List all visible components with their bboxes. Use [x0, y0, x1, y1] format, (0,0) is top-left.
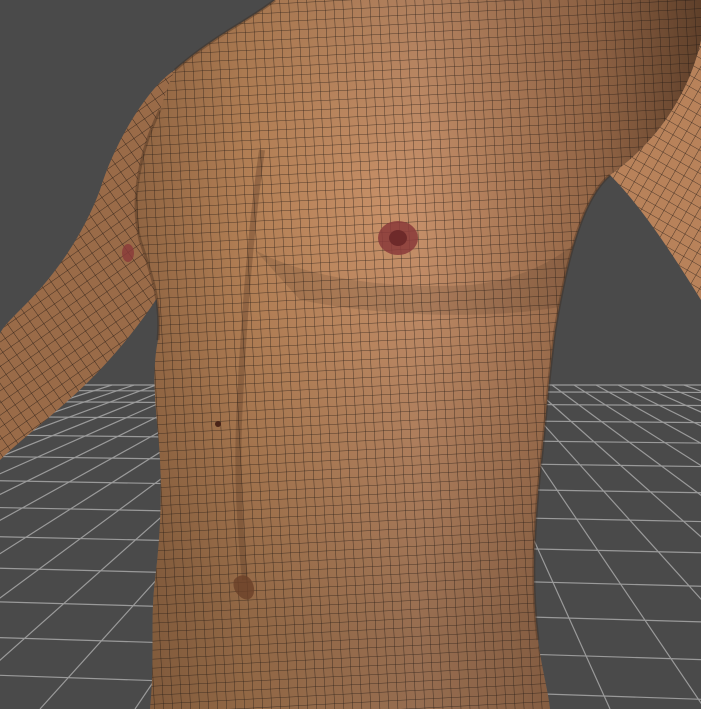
grid-line — [551, 384, 701, 496]
grid-line — [683, 384, 701, 392]
grid-line — [573, 384, 701, 467]
nipple-right — [378, 221, 418, 255]
grid-line — [661, 384, 701, 402]
grid-line — [639, 384, 701, 413]
3d-viewport[interactable] — [0, 0, 701, 709]
grid-line — [617, 384, 701, 427]
skin-mole — [215, 421, 221, 427]
grid-line — [595, 384, 701, 444]
viewport-canvas[interactable] — [0, 0, 701, 709]
grid-line — [529, 384, 701, 538]
nipple-left — [122, 244, 134, 262]
